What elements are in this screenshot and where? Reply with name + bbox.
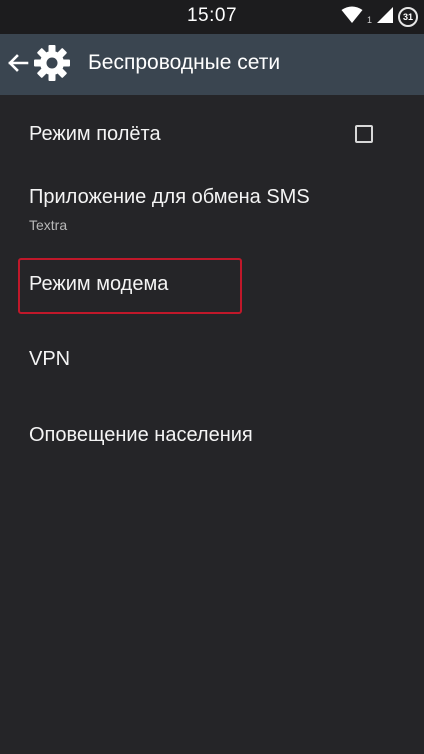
tethering-highlight-frame <box>18 258 242 314</box>
sim-indicator: 1 <box>366 15 372 25</box>
status-bar: 15:07 1 31 <box>0 0 424 34</box>
back-arrow-icon <box>6 51 30 80</box>
wifi-icon <box>341 6 363 29</box>
gear-icon <box>33 44 71 87</box>
airplane-mode-item[interactable]: Режим полёта <box>0 95 424 173</box>
page-title: Беспроводные сети <box>88 51 281 74</box>
signal-icon <box>376 6 394 29</box>
battery-icon: 31 <box>398 7 418 27</box>
sms-app-item[interactable]: Приложение для обмена SMS Textra <box>0 173 424 253</box>
action-bar: Беспроводные сети <box>0 34 424 95</box>
airplane-mode-label: Режим полёта <box>29 123 161 145</box>
airplane-mode-checkbox[interactable] <box>355 125 373 143</box>
vpn-label: VPN <box>29 348 71 370</box>
sms-app-label: Приложение для обмена SMS <box>29 186 310 208</box>
status-icons: 1 31 <box>341 3 418 31</box>
back-button[interactable] <box>6 44 74 82</box>
cell-broadcast-item[interactable]: Оповещение населения <box>0 397 424 473</box>
cell-broadcast-label: Оповещение населения <box>29 424 253 446</box>
vpn-item[interactable]: VPN <box>0 321 424 397</box>
sms-app-value: Textra <box>29 217 68 233</box>
